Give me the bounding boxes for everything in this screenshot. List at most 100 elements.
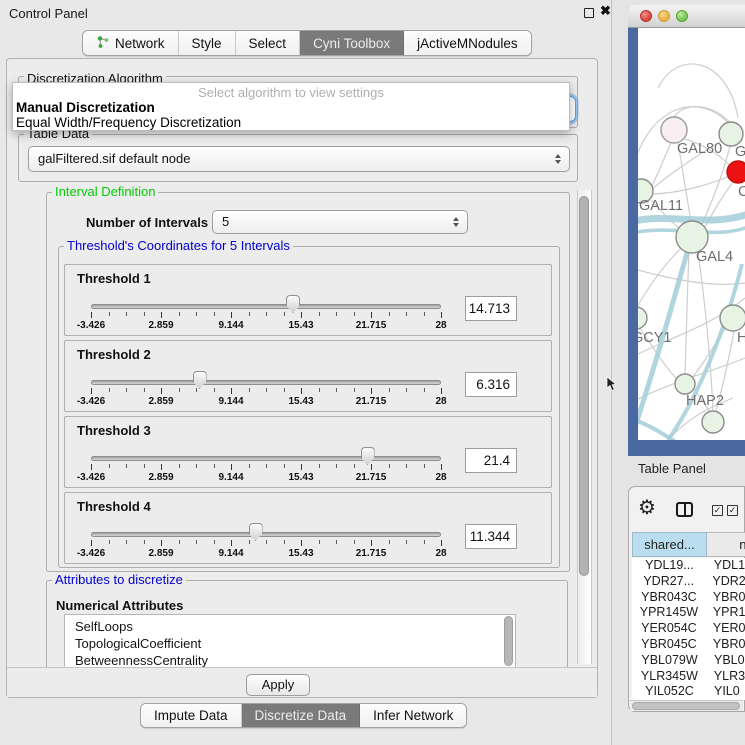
- table-cell-name[interactable]: YDL1: [707, 558, 745, 574]
- table-cell-name[interactable]: YPR1: [706, 605, 745, 621]
- table-cell-shared-name[interactable]: YPR145W: [632, 605, 706, 621]
- tab-select[interactable]: Select: [236, 31, 301, 55]
- close-icon[interactable]: ✖: [600, 3, 611, 19]
- table-cell-shared-name[interactable]: YDR27...: [632, 574, 705, 590]
- table-cell-shared-name[interactable]: YIL052C: [632, 684, 707, 700]
- table-cell-shared-name[interactable]: YDL19...: [632, 558, 707, 574]
- attribute-list-item[interactable]: TopologicalCoefficient: [65, 635, 515, 652]
- table-row[interactable]: YLR345WYLR3: [632, 669, 745, 685]
- split-panel-icon[interactable]: [676, 502, 693, 517]
- table-cell-name[interactable]: YDR2: [705, 574, 745, 590]
- table-data-select[interactable]: galFiltered.sif default node: [28, 146, 570, 172]
- table-cell-shared-name[interactable]: YER054C: [632, 621, 706, 637]
- table-cell-shared-name[interactable]: YLR345W: [632, 669, 707, 685]
- tab-network[interactable]: Network: [83, 31, 179, 55]
- table-cell-name[interactable]: YIL0: [707, 684, 740, 700]
- attribute-list-item[interactable]: SelfLoops: [65, 618, 515, 635]
- zoom-traffic-light-icon[interactable]: [676, 10, 688, 22]
- table-hscrollbar-thumb[interactable]: [632, 702, 740, 710]
- slider-tick-label: 2.859: [137, 548, 185, 559]
- network-node[interactable]: [720, 305, 745, 331]
- slider-tick: [266, 464, 267, 468]
- tab-infer-network[interactable]: Infer Network: [360, 704, 466, 727]
- network-edge: [685, 253, 689, 375]
- main-scrollbar-thumb[interactable]: [579, 196, 589, 576]
- table-cell-name[interactable]: YBL0: [707, 653, 745, 669]
- tab-jactivemnodules[interactable]: jActiveMNodules: [404, 31, 531, 55]
- threshold-3-value-field[interactable]: 21.4: [465, 448, 517, 473]
- number-of-intervals-select[interactable]: 5: [212, 210, 468, 234]
- slider-tick-label: 9.144: [207, 548, 255, 559]
- threshold-2-value-field[interactable]: 6.316: [465, 372, 517, 397]
- tab-label: Discretize Data: [255, 704, 347, 728]
- apply-button[interactable]: Apply: [246, 674, 310, 696]
- checkbox-icon[interactable]: ✓: [727, 505, 738, 516]
- close-traffic-light-icon[interactable]: [640, 10, 652, 22]
- minimize-traffic-light-icon[interactable]: [658, 10, 670, 22]
- threshold-4-slider-track[interactable]: [91, 532, 441, 537]
- slider-tick: [214, 312, 215, 316]
- table-row[interactable]: YBR043CYBR0: [632, 590, 745, 606]
- threshold-1-slider-track[interactable]: [91, 304, 441, 309]
- network-node[interactable]: [675, 374, 695, 394]
- settings-gear-icon[interactable]: ⚙: [638, 498, 656, 518]
- table-cell-shared-name[interactable]: YBR043C: [632, 590, 706, 606]
- tab-impute-data[interactable]: Impute Data: [141, 704, 242, 727]
- table-row[interactable]: YDR27...YDR2: [632, 574, 745, 590]
- network-canvas[interactable]: GAL80GACGAL11GAL4GCY1HHAP2: [638, 28, 745, 440]
- table-panel-title: Table Panel: [638, 461, 706, 476]
- threshold-3-slider-thumb[interactable]: [361, 447, 375, 465]
- threshold-2-slider-track[interactable]: [91, 380, 441, 385]
- dropdown-item-manual-discretization[interactable]: Manual Discretization: [13, 100, 569, 115]
- threshold-1-slider-thumb[interactable]: [286, 295, 300, 313]
- apply-bar: Apply: [7, 667, 597, 697]
- column-header-shared-name[interactable]: shared...: [632, 532, 707, 557]
- table-cell-name[interactable]: YBR0: [706, 637, 745, 653]
- dropdown-item-equal-width-frequency[interactable]: Equal Width/Frequency Discretization: [13, 115, 569, 130]
- slider-tick: [371, 388, 372, 394]
- network-window-titlebar[interactable]: [628, 5, 745, 28]
- threshold-2-slider-thumb[interactable]: [193, 371, 207, 389]
- tab-style[interactable]: Style: [179, 31, 236, 55]
- group-threshold-coordinates-title: Threshold's Coordinates for 5 Intervals: [64, 239, 293, 253]
- threshold-4-slider-thumb[interactable]: [249, 523, 263, 541]
- threshold-1-value-field[interactable]: 14.713: [465, 296, 517, 321]
- slider-tick-label: 9.144: [207, 396, 255, 407]
- table-cell-name[interactable]: YER0: [706, 621, 745, 637]
- tab-cyni-toolbox[interactable]: Cyni Toolbox: [300, 31, 404, 55]
- threshold-4-label: Threshold 4: [77, 499, 151, 514]
- network-node[interactable]: [702, 411, 724, 433]
- threshold-4-panel: Threshold 4 -3.4262.8599.14415.4321.7152…: [64, 492, 552, 564]
- network-node[interactable]: [727, 161, 745, 183]
- slider-tick: [91, 312, 92, 318]
- table-row[interactable]: YPR145WYPR1: [632, 605, 745, 621]
- table-cell-shared-name[interactable]: YBR045C: [632, 637, 706, 653]
- network-node[interactable]: [661, 117, 687, 143]
- slider-tick-label: 2.859: [137, 396, 185, 407]
- float-window-icon[interactable]: [584, 8, 594, 18]
- slider-tick: [424, 312, 425, 316]
- table-row[interactable]: YDL19...YDL1: [632, 558, 745, 574]
- slider-tick-label: 2.859: [137, 472, 185, 483]
- threshold-3-slider-track[interactable]: [91, 456, 441, 461]
- slider-tick: [371, 464, 372, 470]
- table-cell-shared-name[interactable]: YBL079W: [632, 653, 707, 669]
- table-row[interactable]: YER054CYER0: [632, 621, 745, 637]
- threshold-4-value-field[interactable]: 11.344: [465, 524, 517, 549]
- table-row[interactable]: YIL052CYIL0: [632, 684, 745, 700]
- network-node[interactable]: [719, 122, 743, 146]
- column-header-name[interactable]: na: [707, 532, 745, 557]
- network-node[interactable]: [638, 307, 647, 329]
- table-cell-name[interactable]: YLR3: [707, 669, 745, 685]
- slider-tick: [389, 464, 390, 468]
- tab-discretize-data[interactable]: Discretize Data: [242, 704, 361, 727]
- table-cell-name[interactable]: YBR0: [706, 590, 745, 606]
- network-view-window: GAL80GACGAL11GAL4GCY1HHAP2: [628, 5, 745, 456]
- table-row[interactable]: YBR045CYBR0: [632, 637, 745, 653]
- tab-label: Style: [192, 36, 222, 51]
- slider-tick: [406, 312, 407, 316]
- table-row[interactable]: YBL079WYBL0: [632, 653, 745, 669]
- attributes-list-scrollbar[interactable]: [504, 616, 513, 666]
- checkbox-icon[interactable]: ✓: [712, 505, 723, 516]
- network-node-label: HAP2: [686, 393, 724, 409]
